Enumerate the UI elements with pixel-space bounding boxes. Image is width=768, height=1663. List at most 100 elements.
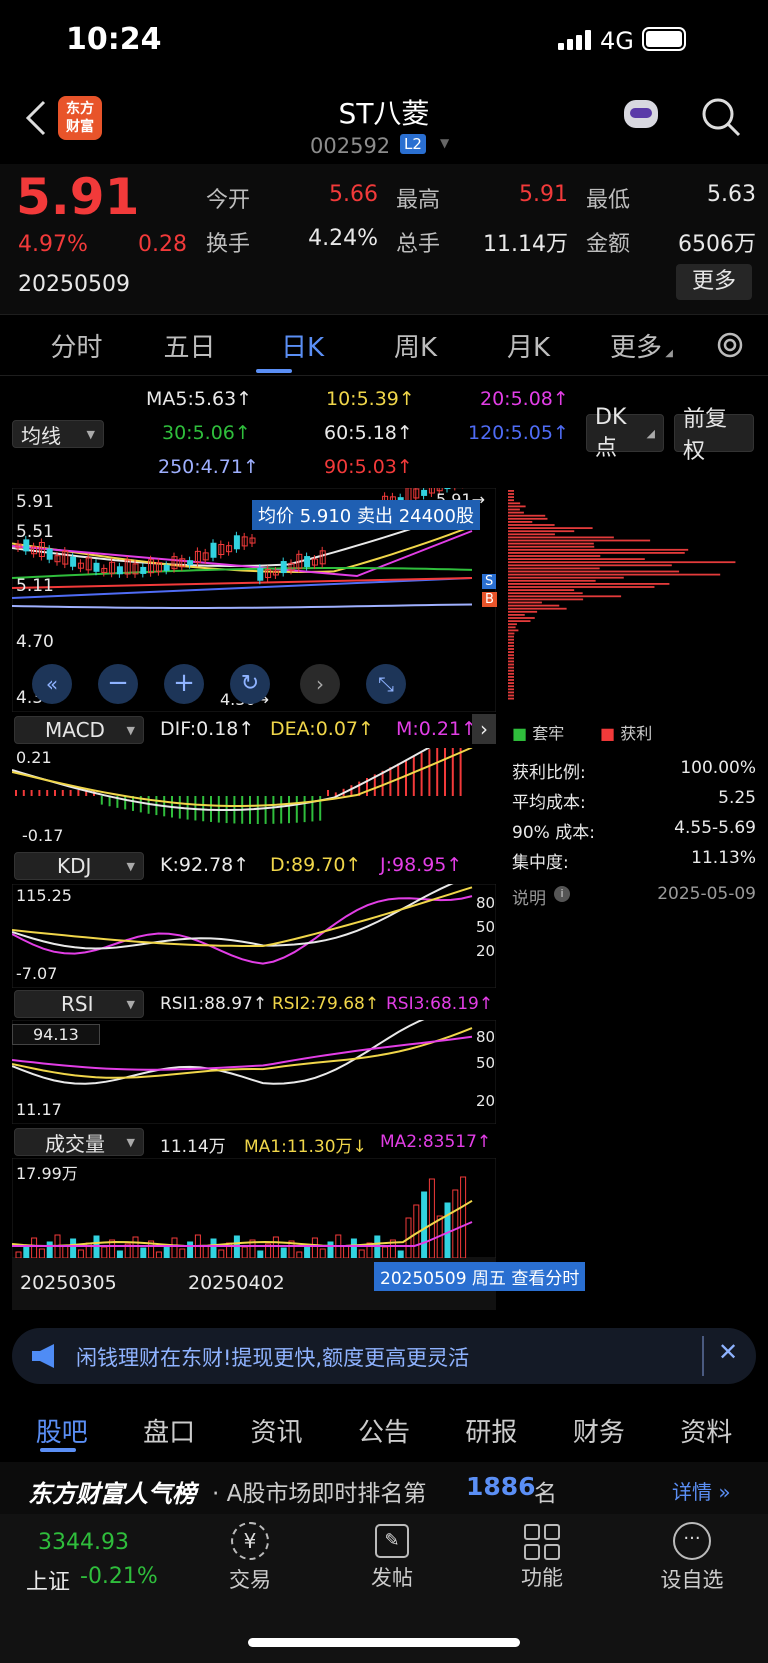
tab-guba[interactable]: 股吧 xyxy=(36,1412,88,1449)
settings-icon[interactable] xyxy=(712,327,748,363)
open-label: 今开 xyxy=(206,188,251,213)
chip-bar xyxy=(508,660,514,663)
chevron-down-icon[interactable]: ▼ xyxy=(440,136,449,150)
popularity-rank[interactable]: 东方财富人气榜 · A股市场即时排名第 1886 名 详情 » xyxy=(0,1462,768,1514)
candle-body xyxy=(163,564,170,571)
dk-point-button[interactable]: DK点 ◢ xyxy=(586,405,664,461)
close-icon[interactable]: ✕ xyxy=(718,1338,738,1366)
chip-bar xyxy=(508,610,538,613)
chip-bar xyxy=(508,626,516,629)
date-label-2: 20250402 xyxy=(188,1272,285,1294)
chip-bar xyxy=(508,620,531,622)
macd-y-min: -0.17 xyxy=(22,826,64,845)
network-label: 4G xyxy=(600,27,634,55)
tab-weekly-k[interactable]: 周K xyxy=(359,327,472,364)
ma5-value: MA5:5.63↑ xyxy=(146,388,253,410)
candle-body xyxy=(70,556,77,567)
chip-info: ■ 套牢 ■ 获利 获利比例: 100.00% 平均成本: 5.25 90% 成… xyxy=(508,714,758,914)
promo-banner[interactable]: 闲钱理财在东财!提现更快,额度更高更灵活 ✕ xyxy=(12,1328,756,1384)
buy-badge: B xyxy=(482,592,497,607)
volume-selector[interactable]: 成交量 ▼ xyxy=(14,1128,144,1156)
signal-icon xyxy=(558,30,594,50)
search-icon[interactable] xyxy=(700,96,742,138)
chip-bar xyxy=(508,657,514,660)
tab-research[interactable]: 研报 xyxy=(465,1412,517,1449)
tab-finance[interactable]: 财务 xyxy=(573,1412,625,1449)
volume-bar xyxy=(116,1250,123,1259)
chip-bar xyxy=(508,514,546,517)
volume-value: 11.14万 xyxy=(483,232,568,257)
rank-detail-link[interactable]: 详情 » xyxy=(672,1476,731,1505)
chip-bar xyxy=(508,490,514,492)
scroll-right-icon[interactable]: › xyxy=(300,664,340,704)
rsi-header: RSI ▼ RSI1:88.97↑ RSI2:79.68↑ RSI3:68.19↑ xyxy=(0,988,496,1020)
adjust-button[interactable]: 前复权 xyxy=(674,407,754,464)
tab-pankou[interactable]: 盘口 xyxy=(143,1412,195,1449)
kline-chart[interactable]: 5.91 5.51 5.11 4.70 4.30 5.91→ 4.30→ 均价 … xyxy=(11,471,497,713)
candle-body xyxy=(233,535,240,550)
robot-icon[interactable] xyxy=(620,96,662,136)
tab-more[interactable]: 更多 ◢ xyxy=(585,327,698,364)
tab-profile[interactable]: 资料 xyxy=(680,1412,732,1449)
period-tabs: 分时 五日 日K 周K 月K 更多 ◢ xyxy=(0,314,768,376)
quote-panel: 5.91 4.97% 0.28 20250509 今开 5.66 最高 5.91… xyxy=(0,164,768,314)
info-icon[interactable]: i xyxy=(554,886,570,902)
chip-bar xyxy=(508,672,514,675)
chip-bar xyxy=(508,598,584,601)
rotate-icon[interactable]: ↻ xyxy=(230,664,270,704)
kdj-selector[interactable]: KDJ ▼ xyxy=(14,852,144,880)
more-button[interactable]: 更多 xyxy=(676,264,752,300)
chip-bar xyxy=(508,663,514,666)
chip-bar xyxy=(508,564,672,567)
volume-bar xyxy=(31,1237,38,1259)
macd-selector[interactable]: MACD ▼ xyxy=(14,716,144,744)
post-button[interactable]: ✎ 发帖 xyxy=(352,1522,432,1592)
chip-bar xyxy=(508,508,520,511)
trade-button[interactable]: ¥ 交易 xyxy=(210,1522,290,1594)
volume-bar xyxy=(272,1236,279,1259)
tab-daily-k[interactable]: 日K xyxy=(246,327,359,364)
tab-news[interactable]: 资讯 xyxy=(251,1412,303,1449)
note-label[interactable]: 说明 xyxy=(512,884,546,909)
kdj-chart: 115.25 -7.07 80 50 20 xyxy=(11,874,497,989)
chip-bar xyxy=(508,493,514,495)
macd-header: MACD ▼ DIF:0.18↑ DEA:0.07↑ M:0.21↑ › xyxy=(0,714,496,746)
tab-announcement[interactable]: 公告 xyxy=(358,1412,410,1449)
tab-intraday[interactable]: 分时 xyxy=(20,327,133,364)
volume-bar xyxy=(132,1236,139,1259)
kdj-canvas xyxy=(11,874,497,989)
chip-bar xyxy=(508,536,614,539)
expand-indicators-icon[interactable]: › xyxy=(472,714,496,744)
rsi-y-max: 94.13 xyxy=(12,1024,100,1045)
concentration-value: 11.13% xyxy=(691,848,756,868)
volume-bar xyxy=(452,1189,459,1259)
chip-bar xyxy=(508,517,548,520)
chip-bar xyxy=(508,601,542,604)
function-button[interactable]: 功能 xyxy=(502,1522,582,1592)
turnover-value: 4.24% xyxy=(308,226,378,251)
trade-tooltip: 均价 5.910 卖出 24400股 xyxy=(252,500,480,530)
zoom-out-icon[interactable]: − xyxy=(98,664,138,704)
high-label: 最高 xyxy=(396,188,441,213)
ma250-value: 250:4.71↑ xyxy=(158,456,259,478)
volume-header: 成交量 ▼ 11.14万 MA1:11.30万↓ MA2:83517↑ xyxy=(0,1126,496,1158)
back-icon[interactable] xyxy=(24,98,48,138)
ma-selector[interactable]: 均线 ▼ xyxy=(12,420,104,448)
rsi-selector[interactable]: RSI ▼ xyxy=(14,990,144,1018)
kdj-header: KDJ ▼ K:92.78↑ D:89.70↑ J:98.95↑ xyxy=(0,850,496,882)
macd-dif: DIF:0.18↑ xyxy=(160,718,255,740)
volume-bar xyxy=(38,1248,45,1259)
tab-monthly-k[interactable]: 月K xyxy=(472,327,585,364)
scroll-left-icon[interactable]: « xyxy=(32,664,72,704)
view-intraday-tip[interactable]: 20250509 周五 查看分时 xyxy=(374,1262,586,1291)
kdj-j-line xyxy=(11,895,473,965)
macd-m: M:0.21↑ xyxy=(396,718,478,740)
chip-bar xyxy=(508,570,680,573)
yen-icon: ¥ xyxy=(231,1522,269,1560)
zoom-in-icon[interactable]: + xyxy=(164,664,204,704)
add-watchlist-button[interactable]: ··· 设自选 xyxy=(652,1522,732,1594)
open-value: 5.66 xyxy=(329,182,378,207)
tab-five-day[interactable]: 五日 xyxy=(133,327,246,364)
chip-bar xyxy=(508,691,514,694)
fullscreen-icon[interactable]: ⤡ xyxy=(366,664,406,704)
